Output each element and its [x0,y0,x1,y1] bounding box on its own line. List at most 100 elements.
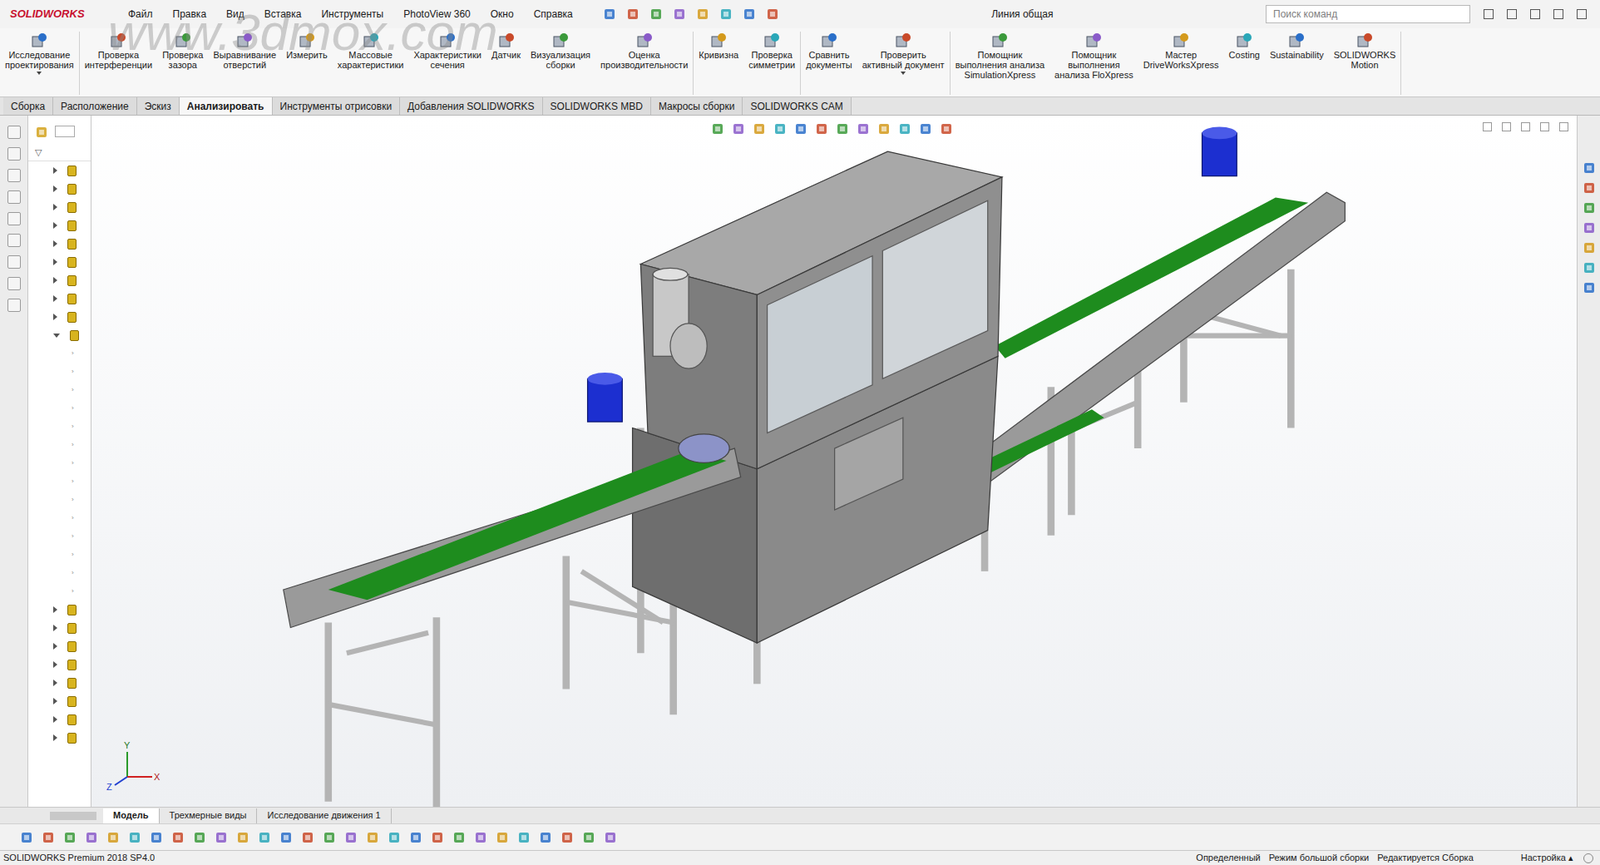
tree-row[interactable]: › [28,399,91,418]
child-arrow-icon[interactable]: › [71,513,75,524]
tree-row[interactable]: › [28,454,91,473]
panel-tool-icon[interactable] [7,233,21,247]
tab-scroll-icon[interactable] [49,811,97,820]
tree-row[interactable] [28,252,91,272]
ribbon-button[interactable]: Характеристикисечения [408,31,487,70]
tree-row[interactable] [28,637,91,656]
child-arrow-icon[interactable]: › [71,567,75,578]
viewport-control-icon[interactable] [1501,122,1512,132]
child-arrow-icon[interactable]: › [71,531,75,542]
menu-item[interactable]: Инструменты [317,6,387,22]
tree-row[interactable] [28,325,91,345]
tree-row[interactable] [28,161,91,180]
command-tab[interactable]: Сборка [3,97,54,115]
tree-row[interactable]: › [28,417,91,436]
child-arrow-icon[interactable]: › [71,586,75,597]
tree-row[interactable] [28,600,91,619]
tree-row[interactable]: › [28,508,91,528]
ribbon-button[interactable]: Кривизна [693,31,744,60]
tree-row[interactable]: › [28,380,91,400]
units-config[interactable]: Настройка ▴ [1511,850,1584,865]
child-arrow-icon[interactable]: › [71,348,75,359]
tree-row[interactable]: › [28,435,91,455]
panel-tool-icon[interactable] [7,298,21,312]
command-tab[interactable]: SOLIDWORKS CAM [742,97,851,115]
tree-row[interactable] [28,618,91,638]
ribbon-button[interactable]: Выравниваниеотверстий [207,31,282,70]
command-tab[interactable]: Расположение [53,97,138,115]
expand-arrow-icon[interactable] [53,258,58,266]
child-arrow-icon[interactable]: › [71,476,75,487]
tree-row[interactable] [28,307,91,326]
tree-row[interactable] [28,216,91,235]
command-tab[interactable]: SOLIDWORKS MBD [543,97,652,115]
child-arrow-icon[interactable]: › [71,439,75,450]
ribbon-button[interactable]: Costing [1224,31,1265,60]
graphics-viewport[interactable]: YXZ [91,115,1577,807]
model-tab[interactable]: Исследование движения 1 [256,808,391,824]
expand-arrow-icon[interactable] [53,716,58,723]
menu-item[interactable]: Справка [530,6,577,22]
ribbon-button[interactable]: Проверитьактивный документ [857,31,950,75]
child-arrow-icon[interactable]: › [71,385,75,396]
child-arrow-icon[interactable]: › [71,458,75,469]
child-arrow-icon[interactable]: › [71,549,75,560]
collapse-arrow-icon[interactable] [53,333,60,338]
model-tab[interactable]: Трехмерные виды [159,808,258,824]
tree-row[interactable] [28,271,91,290]
panel-tool-icon[interactable] [7,190,21,204]
tree-row[interactable] [28,691,91,711]
tree-row[interactable] [28,673,91,692]
tree-row[interactable] [28,179,91,198]
assembly-model[interactable] [91,115,1577,807]
logo[interactable]: SOLIDWORKS [0,5,125,23]
panel-tool-icon[interactable] [7,125,21,139]
panel-tool-icon[interactable] [7,168,21,183]
tree-row[interactable] [28,197,91,217]
dropdown-arrow-icon[interactable] [900,71,906,75]
tree-row[interactable] [28,710,91,729]
expand-arrow-icon[interactable] [53,240,58,247]
tree-row[interactable]: › [28,545,91,564]
menu-item[interactable]: Файл [124,6,157,22]
window-control-icon[interactable] [1506,9,1517,20]
window-control-icon[interactable] [1576,9,1587,20]
ribbon-button[interactable]: Проверкаинтерференции [79,31,158,70]
expand-arrow-icon[interactable] [53,642,58,650]
ribbon-button[interactable]: Визуализациясборки [525,31,596,70]
expand-arrow-icon[interactable] [53,222,58,229]
panel-tool-icon[interactable] [7,255,21,269]
expand-arrow-icon[interactable] [53,203,58,211]
ribbon-button[interactable]: Массовыехарактеристики [332,31,410,70]
command-tab[interactable]: Инструменты отрисовки [272,97,401,115]
window-control-icon[interactable] [1530,9,1541,20]
tree-row[interactable]: › [28,490,91,509]
tree-row[interactable]: › [28,527,91,546]
command-tab[interactable]: Анализировать [179,97,273,115]
ribbon-button[interactable]: Помощниквыполненияанализа FloXpress [1049,31,1139,80]
tree-row[interactable]: › [28,563,91,583]
tree-row[interactable] [28,655,91,674]
expand-arrow-icon[interactable] [53,606,58,613]
viewport-control-icon[interactable] [1559,122,1569,132]
child-arrow-icon[interactable]: › [71,366,75,377]
menu-item[interactable]: PhotoView 360 [400,6,475,22]
ribbon-button[interactable]: Оценкапроизводительности [595,31,693,70]
ribbon-button[interactable]: Сравнитьдокументы [800,31,858,70]
expand-arrow-icon[interactable] [53,167,58,174]
panel-tool-icon[interactable] [7,212,21,226]
filter-icon[interactable]: ▽ [34,145,91,160]
tree-row[interactable]: › [28,472,91,491]
menu-item[interactable]: Вставка [261,6,306,22]
ribbon-button[interactable]: Проверкасимметрии [743,31,800,70]
expand-arrow-icon[interactable] [53,276,58,284]
tree-row[interactable] [28,289,91,308]
panel-tool-icon[interactable] [7,276,21,291]
command-tab[interactable]: Добавления SOLIDWORKS [400,97,544,115]
expand-arrow-icon[interactable] [53,185,58,193]
expand-arrow-icon[interactable] [53,661,58,668]
expand-arrow-icon[interactable] [53,624,58,632]
panel-tool-icon[interactable] [7,147,21,161]
expand-arrow-icon[interactable] [53,697,58,705]
ribbon-button[interactable]: Датчик [486,31,526,60]
